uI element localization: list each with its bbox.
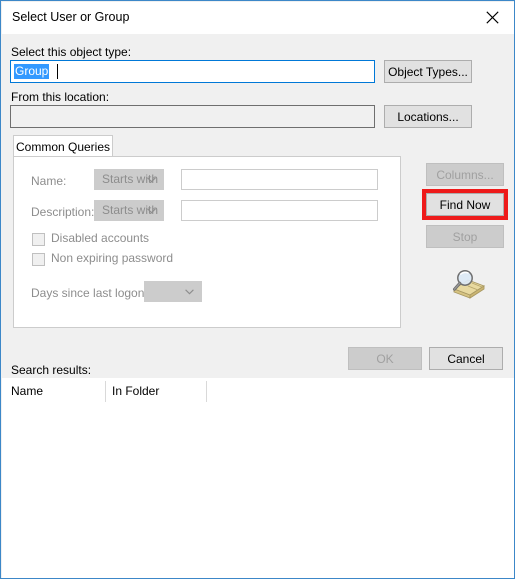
chevron-down-icon (147, 207, 156, 214)
cancel-button[interactable]: Cancel (429, 347, 503, 370)
description-operator-select[interactable]: Starts with (94, 200, 164, 221)
column-divider[interactable] (206, 381, 207, 402)
object-type-input-value: Group (14, 64, 50, 79)
chevron-down-icon (147, 176, 156, 183)
description-value-input[interactable] (181, 200, 378, 221)
search-results-label: Search results: (11, 363, 92, 377)
columns-button[interactable]: Columns... (426, 163, 504, 186)
window-title: Select User or Group (12, 10, 130, 24)
column-header-in-folder[interactable]: In Folder (112, 384, 159, 398)
find-magnifier-icon (448, 269, 486, 301)
locations-button[interactable]: Locations... (384, 105, 472, 128)
search-results-body (2, 404, 514, 578)
common-queries-panel: Name: Starts with Description: Starts wi… (13, 156, 401, 328)
days-since-last-logon-label: Days since last logon: (31, 286, 148, 300)
object-type-input[interactable]: Group (10, 60, 375, 83)
tab-common-queries[interactable]: Common Queries (13, 135, 113, 157)
chevron-down-icon (185, 288, 194, 295)
name-label: Name: (31, 174, 67, 188)
ok-button[interactable]: OK (348, 347, 422, 370)
search-results-header: Name In Folder (2, 378, 514, 405)
find-now-button[interactable]: Find Now (426, 193, 504, 216)
column-header-name[interactable]: Name (11, 384, 43, 398)
select-user-or-group-dialog: Select User or Group Select this object … (0, 0, 515, 579)
days-since-last-logon-select[interactable] (144, 281, 202, 302)
text-caret (57, 64, 58, 79)
close-icon[interactable] (470, 2, 514, 33)
stop-button[interactable]: Stop (426, 225, 504, 248)
location-label: From this location: (11, 90, 110, 104)
name-operator-select[interactable]: Starts with (94, 169, 164, 190)
non-expiring-password-checkbox[interactable] (32, 253, 45, 266)
search-results-list[interactable]: Name In Folder (2, 378, 514, 578)
disabled-accounts-checkbox[interactable] (32, 233, 45, 246)
object-type-label: Select this object type: (11, 45, 132, 59)
object-types-button[interactable]: Object Types... (384, 60, 472, 83)
column-divider[interactable] (105, 381, 106, 402)
location-input[interactable] (10, 105, 375, 128)
disabled-accounts-label: Disabled accounts (51, 231, 150, 245)
description-label: Description: (31, 205, 95, 219)
non-expiring-password-label: Non expiring password (51, 251, 174, 265)
title-bar: Select User or Group (2, 2, 514, 34)
name-value-input[interactable] (181, 169, 378, 190)
